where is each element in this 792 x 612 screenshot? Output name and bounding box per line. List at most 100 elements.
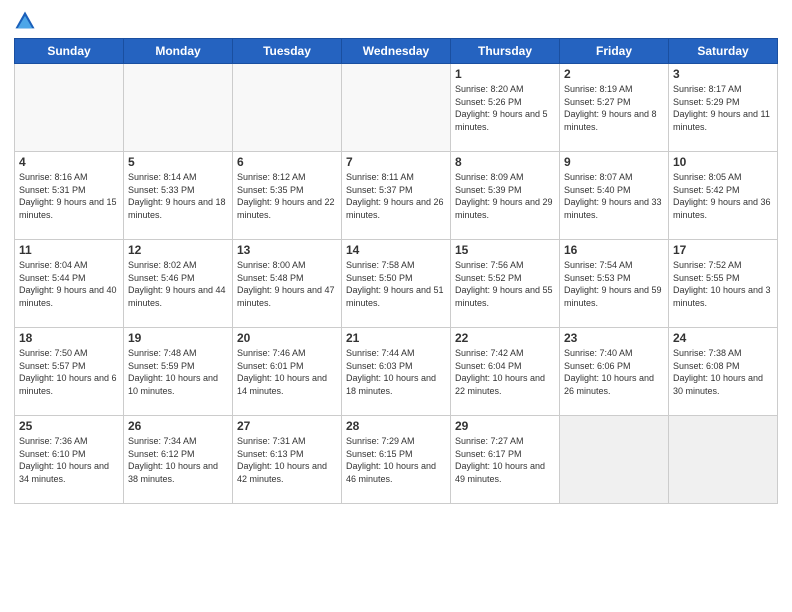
day-info: Sunrise: 7:29 AM Sunset: 6:15 PM Dayligh… (346, 435, 446, 485)
day-cell: 9 Sunrise: 8:07 AM Sunset: 5:40 PM Daylig… (560, 152, 669, 240)
day-cell: 21 Sunrise: 7:44 AM Sunset: 6:03 PM Dayli… (342, 328, 451, 416)
day-info: Sunrise: 8:16 AM Sunset: 5:31 PM Dayligh… (19, 171, 119, 221)
day-cell: 2Sunrise: 8:19 AM Sunset: 5:27 PM Daylig… (560, 64, 669, 152)
page: Sunday Monday Tuesday Wednesday Thursday… (0, 0, 792, 612)
day-info: Sunrise: 8:05 AM Sunset: 5:42 PM Dayligh… (673, 171, 773, 221)
day-number: 14 (346, 243, 446, 257)
day-info: Sunrise: 8:02 AM Sunset: 5:46 PM Dayligh… (128, 259, 228, 309)
day-number: 29 (455, 419, 555, 433)
day-number: 8 (455, 155, 555, 169)
day-info: Sunrise: 7:54 AM Sunset: 5:53 PM Dayligh… (564, 259, 664, 309)
week-row-2: 4 Sunrise: 8:16 AM Sunset: 5:31 PM Daylig… (15, 152, 778, 240)
day-info: Sunrise: 8:19 AM Sunset: 5:27 PM Dayligh… (564, 83, 664, 133)
day-info: Sunrise: 7:36 AM Sunset: 6:10 PM Dayligh… (19, 435, 119, 485)
day-cell: 16 Sunrise: 7:54 AM Sunset: 5:53 PM Dayli… (560, 240, 669, 328)
day-info: Sunrise: 7:48 AM Sunset: 5:59 PM Dayligh… (128, 347, 228, 397)
day-info: Sunrise: 7:42 AM Sunset: 6:04 PM Dayligh… (455, 347, 555, 397)
day-info: Sunrise: 7:56 AM Sunset: 5:52 PM Dayligh… (455, 259, 555, 309)
day-info: Sunrise: 8:17 AM Sunset: 5:29 PM Dayligh… (673, 83, 773, 133)
day-cell: 20 Sunrise: 7:46 AM Sunset: 6:01 PM Dayli… (233, 328, 342, 416)
day-number: 4 (19, 155, 119, 169)
day-number: 12 (128, 243, 228, 257)
day-cell: 17 Sunrise: 7:52 AM Sunset: 5:55 PM Dayli… (669, 240, 778, 328)
day-number: 11 (19, 243, 119, 257)
day-cell: 14 Sunrise: 7:58 AM Sunset: 5:50 PM Dayli… (342, 240, 451, 328)
day-number: 1 (455, 67, 555, 81)
day-number: 22 (455, 331, 555, 345)
day-cell: 18 Sunrise: 7:50 AM Sunset: 5:57 PM Dayli… (15, 328, 124, 416)
day-info: Sunrise: 8:20 AM Sunset: 5:26 PM Dayligh… (455, 83, 555, 133)
day-cell (560, 416, 669, 504)
day-cell: 7Sunrise: 8:11 AM Sunset: 5:37 PM Daylig… (342, 152, 451, 240)
day-cell: 6 Sunrise: 8:12 AM Sunset: 5:35 PM Daylig… (233, 152, 342, 240)
day-number: 18 (19, 331, 119, 345)
col-saturday: Saturday (669, 39, 778, 64)
day-number: 25 (19, 419, 119, 433)
day-number: 21 (346, 331, 446, 345)
day-cell: 5 Sunrise: 8:14 AM Sunset: 5:33 PM Daylig… (124, 152, 233, 240)
day-cell: 10Sunrise: 8:05 AM Sunset: 5:42 PM Dayli… (669, 152, 778, 240)
day-number: 26 (128, 419, 228, 433)
day-info: Sunrise: 8:12 AM Sunset: 5:35 PM Dayligh… (237, 171, 337, 221)
day-number: 16 (564, 243, 664, 257)
day-number: 3 (673, 67, 773, 81)
header (14, 10, 778, 32)
day-number: 23 (564, 331, 664, 345)
week-row-5: 25 Sunrise: 7:36 AM Sunset: 6:10 PM Dayli… (15, 416, 778, 504)
day-info: Sunrise: 8:09 AM Sunset: 5:39 PM Dayligh… (455, 171, 555, 221)
day-number: 9 (564, 155, 664, 169)
day-number: 28 (346, 419, 446, 433)
col-sunday: Sunday (15, 39, 124, 64)
day-cell: 25 Sunrise: 7:36 AM Sunset: 6:10 PM Dayli… (15, 416, 124, 504)
day-number: 15 (455, 243, 555, 257)
day-info: Sunrise: 8:04 AM Sunset: 5:44 PM Dayligh… (19, 259, 119, 309)
day-cell: 28 Sunrise: 7:29 AM Sunset: 6:15 PM Dayli… (342, 416, 451, 504)
day-cell: 12 Sunrise: 8:02 AM Sunset: 5:46 PM Dayli… (124, 240, 233, 328)
day-info: Sunrise: 7:34 AM Sunset: 6:12 PM Dayligh… (128, 435, 228, 485)
day-number: 6 (237, 155, 337, 169)
day-info: Sunrise: 7:58 AM Sunset: 5:50 PM Dayligh… (346, 259, 446, 309)
day-cell (342, 64, 451, 152)
col-wednesday: Wednesday (342, 39, 451, 64)
day-number: 19 (128, 331, 228, 345)
day-number: 27 (237, 419, 337, 433)
col-monday: Monday (124, 39, 233, 64)
col-friday: Friday (560, 39, 669, 64)
day-number: 24 (673, 331, 773, 345)
day-info: Sunrise: 7:44 AM Sunset: 6:03 PM Dayligh… (346, 347, 446, 397)
day-number: 20 (237, 331, 337, 345)
week-row-3: 11 Sunrise: 8:04 AM Sunset: 5:44 PM Dayli… (15, 240, 778, 328)
day-info: Sunrise: 7:40 AM Sunset: 6:06 PM Dayligh… (564, 347, 664, 397)
col-thursday: Thursday (451, 39, 560, 64)
day-cell: 22 Sunrise: 7:42 AM Sunset: 6:04 PM Dayli… (451, 328, 560, 416)
day-number: 5 (128, 155, 228, 169)
day-cell: 4 Sunrise: 8:16 AM Sunset: 5:31 PM Daylig… (15, 152, 124, 240)
day-info: Sunrise: 7:46 AM Sunset: 6:01 PM Dayligh… (237, 347, 337, 397)
day-info: Sunrise: 8:00 AM Sunset: 5:48 PM Dayligh… (237, 259, 337, 309)
day-info: Sunrise: 7:50 AM Sunset: 5:57 PM Dayligh… (19, 347, 119, 397)
calendar-table: Sunday Monday Tuesday Wednesday Thursday… (14, 38, 778, 504)
day-cell (233, 64, 342, 152)
week-row-1: 1 Sunrise: 8:20 AM Sunset: 5:26 PM Daylig… (15, 64, 778, 152)
day-cell: 8 Sunrise: 8:09 AM Sunset: 5:39 PM Daylig… (451, 152, 560, 240)
day-info: Sunrise: 7:27 AM Sunset: 6:17 PM Dayligh… (455, 435, 555, 485)
day-info: Sunrise: 8:14 AM Sunset: 5:33 PM Dayligh… (128, 171, 228, 221)
day-cell: 13 Sunrise: 8:00 AM Sunset: 5:48 PM Dayli… (233, 240, 342, 328)
day-cell: 11 Sunrise: 8:04 AM Sunset: 5:44 PM Dayli… (15, 240, 124, 328)
day-info: Sunrise: 8:07 AM Sunset: 5:40 PM Dayligh… (564, 171, 664, 221)
day-cell (669, 416, 778, 504)
day-cell: 27Sunrise: 7:31 AM Sunset: 6:13 PM Dayli… (233, 416, 342, 504)
day-cell: 23 Sunrise: 7:40 AM Sunset: 6:06 PM Dayli… (560, 328, 669, 416)
day-info: Sunrise: 7:52 AM Sunset: 5:55 PM Dayligh… (673, 259, 773, 309)
day-cell: 1 Sunrise: 8:20 AM Sunset: 5:26 PM Daylig… (451, 64, 560, 152)
day-cell: 15 Sunrise: 7:56 AM Sunset: 5:52 PM Dayli… (451, 240, 560, 328)
day-number: 7 (346, 155, 446, 169)
day-cell: 26 Sunrise: 7:34 AM Sunset: 6:12 PM Dayli… (124, 416, 233, 504)
col-tuesday: Tuesday (233, 39, 342, 64)
day-number: 17 (673, 243, 773, 257)
day-cell (124, 64, 233, 152)
day-cell: 29 Sunrise: 7:27 AM Sunset: 6:17 PM Dayli… (451, 416, 560, 504)
day-number: 13 (237, 243, 337, 257)
week-row-4: 18 Sunrise: 7:50 AM Sunset: 5:57 PM Dayli… (15, 328, 778, 416)
day-cell: 19 Sunrise: 7:48 AM Sunset: 5:59 PM Dayli… (124, 328, 233, 416)
